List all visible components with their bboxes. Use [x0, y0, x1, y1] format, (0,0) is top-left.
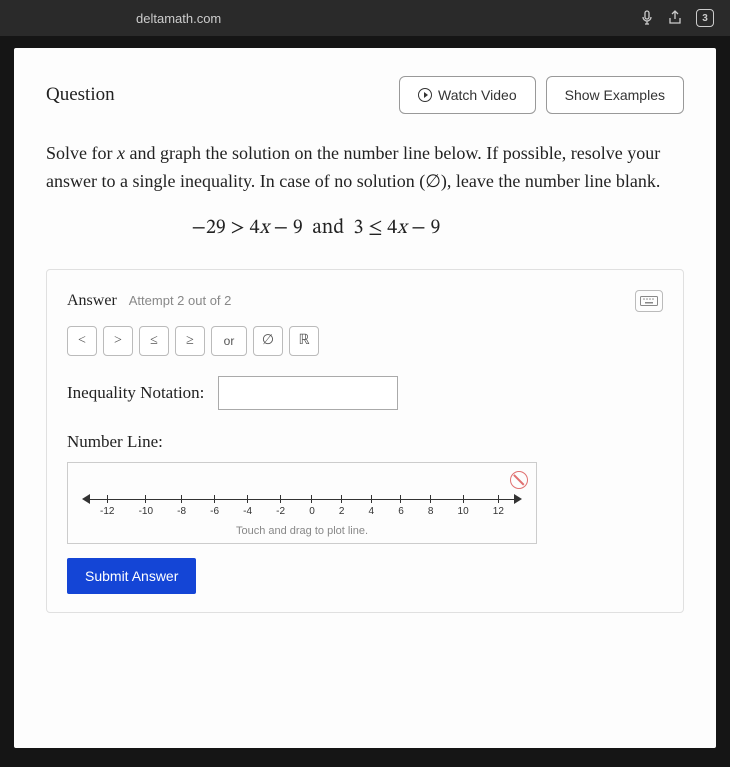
watch-video-button[interactable]: Watch Video [399, 76, 536, 114]
watch-video-label: Watch Video [438, 87, 517, 103]
tick: 8 [428, 495, 434, 521]
keyboard-icon[interactable] [635, 290, 663, 312]
tick: 12 [493, 495, 504, 521]
number-line-plot[interactable]: -12 -10 -8 -6 -4 -2 02468 10 12 Touch and drag t… [67, 462, 537, 544]
tick: -4 [243, 495, 252, 521]
submit-answer-button[interactable]: Submit Answer [67, 558, 196, 594]
url-text: deltamath.com [136, 11, 221, 26]
tick: -12 [100, 495, 114, 521]
mic-icon[interactable] [640, 10, 654, 26]
browser-controls: 3 [640, 9, 714, 27]
symbol-button-2[interactable]: ≤ [139, 326, 169, 356]
attempt-counter: Attempt 2 out of 2 [129, 293, 232, 308]
question-prompt: Solve for x and graph the solution on th… [46, 140, 684, 196]
symbol-palette: <>≤≥or∅ℝ [67, 326, 663, 356]
question-heading: Question [46, 84, 115, 106]
numberline-hint: Touch and drag to plot line. [80, 525, 524, 537]
page-content: Question Watch Video Show Examples Solve… [14, 48, 716, 748]
tick: -10 [139, 495, 153, 521]
symbol-button-3[interactable]: ≥ [175, 326, 205, 356]
notation-label: Inequality Notation: [67, 383, 204, 403]
answer-heading: Answer [67, 292, 117, 309]
browser-address-bar: deltamath.com 3 [0, 0, 730, 36]
tick: -8 [177, 495, 186, 521]
symbol-button-0[interactable]: < [67, 326, 97, 356]
play-icon [418, 88, 432, 102]
tick: 6 [398, 495, 404, 521]
symbol-button-4[interactable]: or [211, 326, 247, 356]
inequality-expression: −29 > 4x − 9 and 3 ≤ 4x − 9 [106, 216, 526, 241]
clear-icon[interactable] [510, 471, 528, 489]
symbol-button-1[interactable]: > [103, 326, 133, 356]
tick: 0 [309, 495, 315, 521]
symbol-button-6[interactable]: ℝ [289, 326, 319, 356]
share-icon[interactable] [668, 10, 682, 26]
tick: -6 [210, 495, 219, 521]
tick: 10 [458, 495, 469, 521]
tab-count-icon[interactable]: 3 [696, 9, 714, 27]
tick: 4 [369, 495, 375, 521]
answer-section: Answer Attempt 2 out of 2 <>≤≥or∅ℝ Inequ… [46, 269, 684, 613]
tick: -2 [276, 495, 285, 521]
inequality-notation-input[interactable] [218, 376, 398, 410]
show-examples-label: Show Examples [565, 87, 665, 103]
tick: 2 [339, 495, 345, 521]
numberline-label: Number Line: [67, 432, 663, 452]
symbol-button-5[interactable]: ∅ [253, 326, 283, 356]
show-examples-button[interactable]: Show Examples [546, 76, 684, 114]
